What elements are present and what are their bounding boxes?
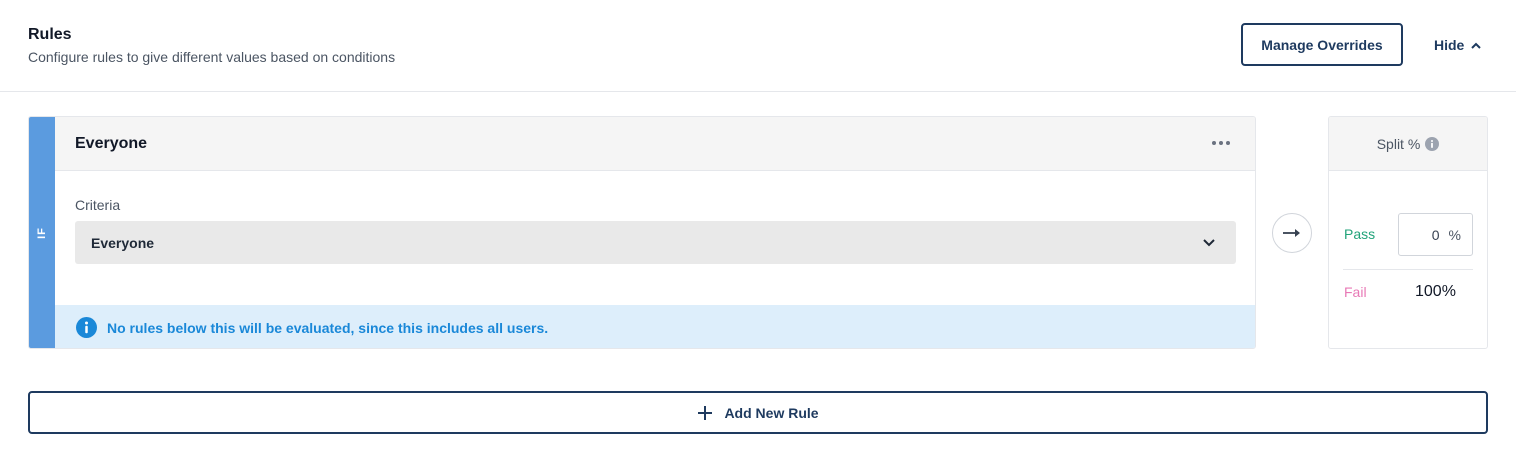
info-banner: No rules below this will be evaluated, s… xyxy=(55,305,1255,348)
add-new-rule-button[interactable]: Add New Rule xyxy=(28,391,1488,434)
more-options-button[interactable] xyxy=(1209,134,1233,152)
arrow-right-icon xyxy=(1283,229,1300,237)
chevron-up-icon xyxy=(1471,42,1482,49)
manage-overrides-button[interactable]: Manage Overrides xyxy=(1241,23,1403,66)
percent-suffix: % xyxy=(1448,226,1461,243)
add-rule-label: Add New Rule xyxy=(724,404,819,421)
criteria-select[interactable]: Everyone xyxy=(75,221,1236,264)
fail-value: 100% xyxy=(1415,283,1456,300)
rule-header: Everyone xyxy=(55,117,1255,171)
split-title: Split % xyxy=(1376,135,1421,152)
split-card: Split % Pass % Fail 100% xyxy=(1328,116,1488,349)
criteria-value: Everyone xyxy=(91,234,155,251)
info-icon xyxy=(76,317,97,338)
pass-percent-field[interactable]: % xyxy=(1398,213,1473,256)
page-subtitle: Configure rules to give different values… xyxy=(28,49,396,65)
criteria-label: Criteria xyxy=(75,197,121,213)
pass-label: Pass xyxy=(1344,226,1376,242)
more-horizontal-icon xyxy=(1212,141,1230,145)
rule-card: IF Everyone Criteria Everyone No rules b… xyxy=(28,116,1256,349)
pass-percent-input[interactable] xyxy=(1409,226,1440,243)
plus-icon xyxy=(698,405,713,420)
info-icon xyxy=(1425,136,1440,151)
if-label: IF xyxy=(36,226,48,239)
split-divider xyxy=(1343,269,1473,270)
arrow-connector xyxy=(1272,213,1312,253)
chevron-down-icon xyxy=(1203,239,1215,247)
if-bar: IF xyxy=(29,117,55,348)
page-title: Rules xyxy=(28,26,72,43)
rules-header: Rules Configure rules to give different … xyxy=(0,0,1516,92)
hide-label: Hide xyxy=(1434,37,1465,53)
fail-label: Fail xyxy=(1344,284,1367,300)
split-header: Split % xyxy=(1329,117,1487,171)
hide-toggle-button[interactable]: Hide xyxy=(1434,35,1482,55)
info-text: No rules below this will be evaluated, s… xyxy=(107,319,549,336)
rule-name: Everyone xyxy=(75,135,148,152)
